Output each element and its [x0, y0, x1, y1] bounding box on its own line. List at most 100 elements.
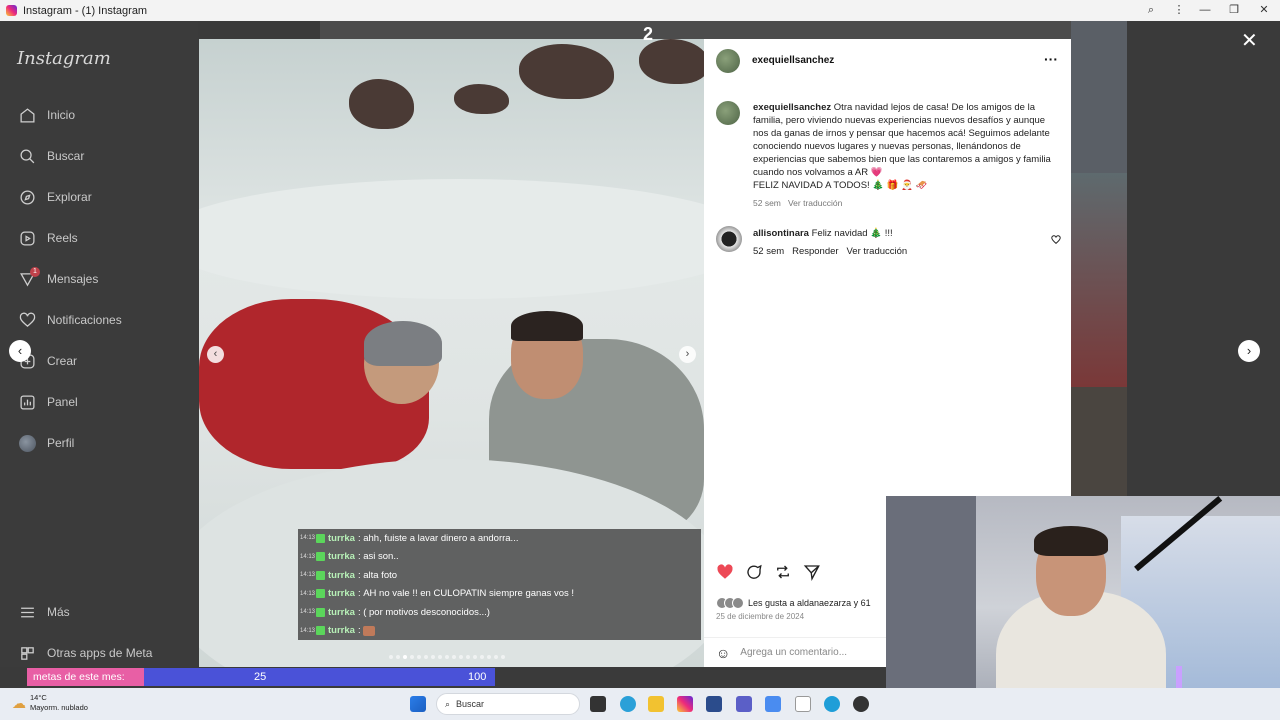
carousel-next-button[interactable]: ›: [679, 346, 696, 363]
see-translation-link[interactable]: Ver traducción: [846, 246, 907, 257]
notification-badge: 1: [30, 267, 40, 277]
snow: [199, 179, 704, 299]
comment-meta: 52 sem Responder Ver traducción: [753, 246, 907, 257]
emoji-icon[interactable]: ☺: [716, 645, 730, 661]
weather-temp: 14°C: [30, 693, 47, 702]
sidebar-item-label: Crear: [47, 354, 78, 368]
sidebar-item-buscar[interactable]: Buscar: [18, 146, 84, 166]
kick-icon: [316, 552, 325, 562]
reels-icon: [18, 229, 36, 247]
wall-shelf: [886, 496, 976, 720]
search-icon: ⌕: [445, 698, 451, 709]
comment-button[interactable]: [745, 563, 763, 586]
profile-avatar: [18, 434, 36, 452]
caption-time: 52 sem: [753, 198, 781, 208]
instagram-logo[interactable]: Instagram: [17, 48, 111, 69]
windows-start-icon[interactable]: [410, 696, 426, 712]
rock: [519, 44, 614, 99]
sidebar-item-notificaciones[interactable]: Notificaciones: [18, 310, 122, 330]
sidebar-item-label: Panel: [47, 395, 78, 409]
meta-apps-icon: [18, 644, 36, 662]
instagram-app-icon: [6, 5, 17, 16]
chat-message: 14:13 turrka:: [298, 622, 701, 641]
background-thumbnail: [1071, 387, 1127, 496]
comment-text: Feliz navidad 🎄 !!!: [811, 228, 893, 239]
reply-link[interactable]: Responder: [792, 246, 838, 257]
window-close-button[interactable]: ✕: [1250, 0, 1278, 21]
kick-icon: [316, 533, 325, 543]
sidebar-item-inicio[interactable]: Inicio: [18, 105, 75, 125]
sidebar-item-label: Mensajes: [47, 272, 99, 286]
carousel-dots: [389, 655, 505, 659]
goal-max-value: 100: [468, 671, 487, 683]
sidebar-item-label: Más: [47, 605, 70, 619]
sidebar-item-meta-apps[interactable]: Otras apps de Meta: [18, 643, 152, 663]
chat-message: 14:13 turrka: alta foto: [300, 569, 398, 581]
likes-summary[interactable]: Les gusta a aldanaezarza y 61: [716, 597, 871, 609]
kick-icon: [316, 607, 325, 617]
comment-username[interactable]: allisontinara: [753, 228, 809, 239]
notepad-icon[interactable]: [795, 696, 811, 712]
sidebar-item-mas[interactable]: Más: [18, 602, 70, 622]
obs-icon[interactable]: [853, 696, 869, 712]
more-icon[interactable]: ⋮: [1165, 0, 1193, 21]
author-username[interactable]: exequiellsanchez: [752, 55, 834, 66]
caption-text-line2: FELIZ NAVIDAD A TODOS! 🎄 🎁 🎅 🛷: [753, 180, 928, 191]
caption-username[interactable]: exequiellsanchez: [753, 102, 831, 113]
instagram-taskbar-icon[interactable]: [677, 696, 693, 712]
file-explorer-icon[interactable]: [648, 696, 664, 712]
repost-button[interactable]: [774, 563, 792, 586]
see-translation-link[interactable]: Ver traducción: [788, 198, 842, 208]
app-taskbar-icon[interactable]: [765, 696, 781, 712]
comment-time: 52 sem: [753, 246, 785, 257]
prev-post-button[interactable]: ‹: [9, 340, 31, 362]
taskbar-search[interactable]: ⌕ Buscar: [436, 693, 580, 715]
sidebar-item-mensajes[interactable]: 1 Mensajes: [18, 267, 99, 289]
taskbar: ☁ 14°C Mayorm. nublado ⌕ Buscar: [0, 688, 1280, 720]
carousel-prev-button[interactable]: ‹: [207, 346, 224, 363]
app-taskbar-icon[interactable]: [706, 696, 722, 712]
sidebar-item-label: Buscar: [47, 149, 85, 163]
commenter-avatar[interactable]: [716, 226, 742, 252]
streamer-hair: [1034, 526, 1108, 556]
post-date: 25 de diciembre de 2024: [716, 612, 805, 621]
comment-like-icon[interactable]: [1051, 232, 1061, 250]
beanie: [364, 321, 442, 366]
widget-app-icon[interactable]: [620, 696, 636, 712]
next-post-button[interactable]: ›: [1238, 340, 1260, 362]
like-button[interactable]: [716, 563, 734, 586]
more-options-icon[interactable]: ···: [1044, 51, 1058, 67]
author-avatar[interactable]: [716, 49, 740, 73]
author-avatar[interactable]: [716, 101, 740, 125]
kick-icon: [316, 626, 325, 636]
sidebar-item-explorar[interactable]: Explorar: [18, 187, 92, 207]
weather-widget[interactable]: ☁ 14°C Mayorm. nublado: [12, 693, 88, 713]
rock: [454, 84, 509, 114]
sidebar-item-label: Notificaciones: [47, 313, 122, 327]
goal-mid-value: 25: [254, 671, 267, 683]
sidebar-item-label: Otras apps de Meta: [47, 646, 153, 660]
background-thumbnails-top: [320, 21, 1126, 39]
close-modal-icon[interactable]: ✕: [1241, 31, 1258, 51]
sidebar-item-label: Perfil: [47, 436, 75, 450]
sidebar-item-reels[interactable]: Reels: [18, 228, 78, 248]
taskbar-search-label: Buscar: [456, 699, 485, 709]
compass-icon: [18, 188, 36, 206]
slide-number: 2: [643, 24, 654, 44]
teams-icon[interactable]: [736, 696, 752, 712]
comment-placeholder: Agrega un comentario...: [740, 647, 848, 658]
menu-icon: [18, 603, 36, 621]
restore-button[interactable]: ❐: [1220, 0, 1248, 21]
sidebar-item-label: Explorar: [47, 190, 92, 204]
share-button[interactable]: [803, 563, 821, 586]
post-actions: [716, 563, 821, 586]
zoom-icon[interactable]: ⌕: [1137, 0, 1165, 21]
edge-icon[interactable]: [824, 696, 840, 712]
home-icon: [18, 106, 36, 124]
minimize-button[interactable]: —: [1191, 0, 1219, 21]
task-view-icon[interactable]: [590, 696, 606, 712]
goals-bar: 25 100: [144, 668, 495, 686]
caption-text: Otra navidad lejos de casa! De los amigo…: [753, 102, 1051, 178]
sidebar-item-perfil[interactable]: Perfil: [18, 433, 74, 453]
sidebar-item-panel[interactable]: Panel: [18, 392, 78, 412]
